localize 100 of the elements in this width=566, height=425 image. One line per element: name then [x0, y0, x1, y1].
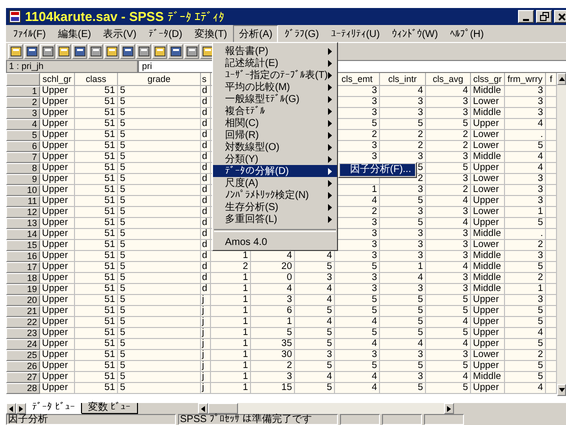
- row-number[interactable]: 27: [6, 372, 40, 383]
- table-cell: 4: [426, 372, 471, 383]
- table-cell: 5: [380, 218, 426, 229]
- table-cell: j: [201, 383, 211, 394]
- row-number[interactable]: 21: [6, 306, 40, 317]
- menu-item[interactable]: 回帰(R): [213, 129, 337, 141]
- menu-item[interactable]: ﾕｰﾃｨﾘﾃｨ(U): [324, 26, 386, 42]
- menu-item[interactable]: 多重回答(L): [213, 213, 337, 225]
- menu-item[interactable]: 一般線型ﾓﾃﾞﾙ(G): [213, 93, 337, 105]
- table-cell: 3: [295, 350, 335, 361]
- menu-item[interactable]: ﾉﾝﾊﾟﾗﾒﾄﾘｯｸ検定(N): [213, 189, 337, 201]
- table-cell: 1: [380, 262, 426, 273]
- table-cell: 5: [295, 328, 335, 339]
- table-cell: 5: [426, 361, 471, 372]
- table-cell: 2: [335, 130, 380, 141]
- table-cell: 3: [335, 229, 380, 240]
- row-number[interactable]: 16: [6, 251, 40, 262]
- row-number[interactable]: 5: [6, 130, 40, 141]
- view-tab[interactable]: 変数 ﾋﾞｭｰ: [82, 403, 138, 414]
- row-number[interactable]: 12: [6, 207, 40, 218]
- row-number[interactable]: 2: [6, 97, 40, 108]
- table-cell: 51: [75, 251, 118, 262]
- menu-item[interactable]: 複合ﾓﾃﾞﾙ: [213, 105, 337, 117]
- row-number[interactable]: 25: [6, 350, 40, 361]
- column-header[interactable]: cls_intr: [380, 73, 426, 86]
- table-cell: Upper: [471, 339, 505, 350]
- table-cell: 3: [380, 152, 426, 163]
- table-cell: 5: [118, 207, 201, 218]
- table-cell: 4: [426, 339, 471, 350]
- table-cell: 3: [426, 229, 471, 240]
- column-header[interactable]: cls_emt: [335, 73, 380, 86]
- menu-item[interactable]: 相関(C): [213, 117, 337, 129]
- menu-item[interactable]: ｸﾞﾗﾌ(G): [278, 26, 325, 42]
- menu-item[interactable]: 変換(T): [188, 24, 234, 42]
- column-header[interactable]: class: [75, 73, 118, 86]
- menu-item[interactable]: ﾃﾞｰﾀの分解(D): [213, 165, 337, 177]
- menu-item[interactable]: 編集(E): [52, 24, 98, 42]
- menu-item[interactable]: ﾌｧｲﾙ(F): [7, 26, 52, 42]
- menu-item[interactable]: 生存分析(S): [213, 201, 337, 213]
- row-number[interactable]: 14: [6, 229, 40, 240]
- table-cell: Upper: [40, 262, 75, 273]
- table-cell: 3: [335, 108, 380, 119]
- menu-item[interactable]: 尺度(A): [213, 177, 337, 189]
- row-number[interactable]: 3: [6, 108, 40, 119]
- table-cell: 3: [426, 152, 471, 163]
- row-number[interactable]: 6: [6, 141, 40, 152]
- table-cell: 3: [426, 284, 471, 295]
- row-number[interactable]: 17: [6, 262, 40, 273]
- row-number[interactable]: 26: [6, 361, 40, 372]
- row-number[interactable]: 4: [6, 119, 40, 130]
- table-cell: d: [201, 262, 211, 273]
- menu-item[interactable]: ﾍﾙﾌﾟ(H): [444, 26, 490, 42]
- table-cell: 3: [335, 97, 380, 108]
- row-number[interactable]: 13: [6, 218, 40, 229]
- row-number[interactable]: 20: [6, 295, 40, 306]
- menu-item[interactable]: Amos 4.0: [213, 236, 337, 248]
- table-cell: 3: [426, 240, 471, 251]
- column-header[interactable]: frm_wrry: [505, 73, 546, 86]
- row-number[interactable]: 8: [6, 163, 40, 174]
- column-header[interactable]: grade: [118, 73, 201, 86]
- row-number[interactable]: 7: [6, 152, 40, 163]
- row-number[interactable]: 9: [6, 174, 40, 185]
- row-number[interactable]: 15: [6, 240, 40, 251]
- table-cell: 5: [118, 350, 201, 361]
- column-header[interactable]: schl_gr: [40, 73, 75, 86]
- table-cell: 4: [295, 372, 335, 383]
- table-cell: 3: [505, 108, 546, 119]
- row-number[interactable]: 19: [6, 284, 40, 295]
- table-cell: Upper: [40, 229, 75, 240]
- menu-item[interactable]: 因子分析(F)...: [340, 164, 415, 176]
- menu-item[interactable]: 表示(V): [97, 24, 142, 42]
- column-header[interactable]: s: [201, 73, 211, 86]
- row-number[interactable]: 18: [6, 273, 40, 284]
- table-cell: 3: [426, 273, 471, 284]
- table-cell: Middle: [471, 152, 505, 163]
- menu-item[interactable]: 分類(Y): [213, 153, 337, 165]
- row-number[interactable]: 24: [6, 339, 40, 350]
- menu-item[interactable]: 対数線型(O): [213, 141, 337, 153]
- row-number[interactable]: 28: [6, 383, 40, 394]
- table-cell: 51: [75, 141, 118, 152]
- table-cell: Middle: [471, 108, 505, 119]
- menu-item[interactable]: 報告書(P): [213, 45, 337, 57]
- column-header[interactable]: f: [546, 73, 557, 86]
- row-number[interactable]: 1: [6, 86, 40, 97]
- menu-item[interactable]: ﾃﾞｰﾀ(D): [142, 26, 188, 42]
- row-number[interactable]: 22: [6, 317, 40, 328]
- row-number[interactable]: 23: [6, 328, 40, 339]
- menu-item[interactable]: 記述統計(E): [213, 57, 337, 69]
- table-cell: 5: [380, 317, 426, 328]
- view-tab[interactable]: ﾃﾞｰﾀ ﾋﾞｭｰ: [26, 403, 82, 414]
- column-header[interactable]: cls_avg: [426, 73, 471, 86]
- menu-item[interactable]: 平均の比較(M): [213, 81, 337, 93]
- table-cell: 4: [426, 196, 471, 207]
- row-number[interactable]: 10: [6, 185, 40, 196]
- row-number[interactable]: 11: [6, 196, 40, 207]
- table-cell: Upper: [471, 163, 505, 174]
- table-cell: 51: [75, 328, 118, 339]
- column-header[interactable]: clss_gr: [471, 73, 505, 86]
- menu-item[interactable]: ｳｨﾝﾄﾞｳ(W): [386, 26, 444, 42]
- table-cell: j: [201, 295, 211, 306]
